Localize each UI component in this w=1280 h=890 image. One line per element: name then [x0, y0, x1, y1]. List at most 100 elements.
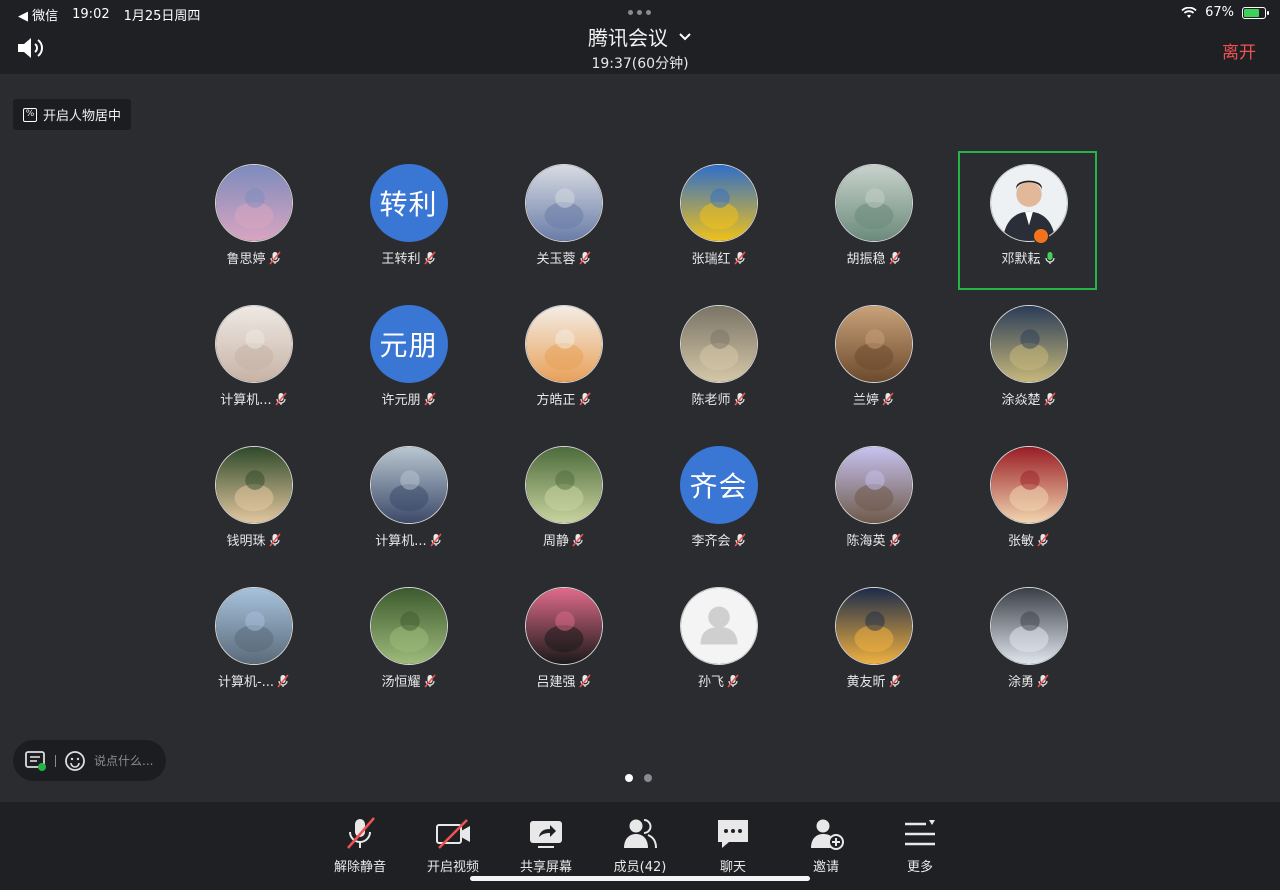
mic-muted-icon: [423, 392, 436, 405]
person-center-label: 开启人物居中: [43, 109, 122, 124]
participant-avatar[interactable]: [834, 587, 913, 665]
participant-name: 方皓正: [536, 393, 576, 408]
chat-placeholder: 说点什么...: [94, 754, 154, 768]
participant-tile[interactable]: 涂焱楚: [951, 291, 1106, 432]
participant-avatar[interactable]: [679, 587, 758, 665]
participant-name: 陈老师: [691, 393, 731, 408]
participant-tile[interactable]: 计算机...: [331, 432, 486, 573]
participant-avatar[interactable]: [679, 305, 758, 383]
participant-name: 孙飞: [697, 675, 724, 690]
participant-tile[interactable]: 汤恒耀: [331, 573, 486, 714]
page-dot-2[interactable]: [644, 774, 652, 782]
participant-name-row: 张敏: [1008, 530, 1049, 549]
multitask-dots-icon[interactable]: [628, 10, 651, 15]
mic-muted-icon: [733, 392, 746, 405]
chat-bubble-icon[interactable]: [25, 750, 47, 771]
unmute-button[interactable]: 解除静音: [320, 816, 400, 875]
participant-avatar[interactable]: [369, 587, 448, 665]
participant-name: 张敏: [1007, 534, 1034, 549]
members-button[interactable]: 成员(42): [600, 816, 680, 875]
mic-muted-icon: [888, 533, 901, 546]
wifi-icon: [1181, 6, 1197, 18]
participant-avatar[interactable]: 元朋: [369, 305, 448, 383]
mic-active-icon: [1044, 251, 1055, 264]
participant-tile[interactable]: 兰婷: [796, 291, 951, 432]
participant-tile[interactable]: 转利王转利: [331, 150, 486, 291]
participant-tile[interactable]: 计算机...: [176, 291, 331, 432]
leave-button[interactable]: 离开: [1222, 38, 1256, 63]
participant-tile[interactable]: 张敏: [951, 432, 1106, 573]
participant-tile[interactable]: 胡振稳: [796, 150, 951, 291]
participant-name-row: 孙飞: [698, 671, 739, 690]
participant-avatar[interactable]: [989, 446, 1068, 524]
participant-grid: 鲁思婷 转利 王转利 关玉蓉 张瑞红 胡振稳 邓默耘 计算机... 元朋 许元朋 方皓正 陈老师 兰婷涂…: [176, 150, 1105, 714]
participant-avatar[interactable]: [214, 446, 293, 524]
invite-user-icon: [811, 819, 844, 850]
participant-name-row: 钱明珠: [226, 530, 281, 549]
participant-name: 关玉蓉: [536, 252, 576, 267]
mic-muted-icon: [727, 674, 739, 687]
participant-avatar[interactable]: 齐会: [679, 446, 758, 524]
share-screen-icon: [530, 821, 562, 848]
chat-input-pill[interactable]: 说点什么...: [13, 740, 166, 781]
participant-tile[interactable]: 鲁思婷: [176, 150, 331, 291]
person-center-toggle-button[interactable]: % 开启人物居中: [13, 99, 132, 130]
participant-tile[interactable]: 周静: [486, 432, 641, 573]
chat-button[interactable]: 聊天: [693, 816, 773, 875]
more-button[interactable]: 更多: [880, 816, 960, 875]
participant-avatar[interactable]: [214, 587, 293, 665]
participant-tile[interactable]: 钱明珠: [176, 432, 331, 573]
participant-tile[interactable]: 陈海英: [796, 432, 951, 573]
participant-name: 黄友昕: [846, 675, 886, 690]
participant-name: 李齐会: [691, 534, 731, 549]
page-dot-1[interactable]: [625, 774, 633, 782]
participant-avatar[interactable]: [524, 305, 603, 383]
participant-name-row: 汤恒耀: [381, 671, 436, 690]
participant-tile[interactable]: 邓默耘: [951, 150, 1106, 291]
participant-avatar[interactable]: [524, 587, 603, 665]
participant-avatar[interactable]: [214, 305, 293, 383]
participant-name: 许元朋: [381, 393, 421, 408]
page-indicator[interactable]: [625, 774, 652, 782]
start-video-button[interactable]: 开启视频: [413, 816, 493, 875]
participant-tile[interactable]: 张瑞红: [641, 150, 796, 291]
invite-button[interactable]: 邀请: [786, 816, 866, 875]
participant-tile[interactable]: 方皓正: [486, 291, 641, 432]
participant-avatar[interactable]: 转利: [369, 164, 448, 242]
participant-name-row: 吕建强: [536, 671, 591, 690]
participant-name: 计算机...: [375, 534, 427, 549]
mic-muted-icon: [268, 533, 281, 546]
participant-avatar[interactable]: [989, 587, 1068, 665]
status-time: 19:02: [72, 7, 110, 22]
camera-off-icon: [436, 819, 470, 849]
participant-avatar[interactable]: [524, 446, 603, 524]
participant-avatar[interactable]: [834, 164, 913, 242]
share-screen-button[interactable]: 共享屏幕: [506, 816, 586, 875]
mic-muted-icon: [423, 251, 436, 264]
participant-avatar[interactable]: [214, 164, 293, 242]
participant-avatar[interactable]: [524, 164, 603, 242]
participant-avatar[interactable]: [679, 164, 758, 242]
participant-avatar[interactable]: [834, 305, 913, 383]
participant-tile[interactable]: 涂勇: [951, 573, 1106, 714]
participant-tile[interactable]: 黄友昕: [796, 573, 951, 714]
participant-name-row: 许元朋: [381, 389, 436, 408]
emoji-icon[interactable]: [64, 750, 86, 772]
participant-avatar[interactable]: [989, 164, 1068, 242]
participant-tile[interactable]: 齐会李齐会: [641, 432, 796, 573]
participant-avatar[interactable]: [834, 446, 913, 524]
participant-tile[interactable]: 元朋许元朋: [331, 291, 486, 432]
participant-tile[interactable]: 计算机-...: [176, 573, 331, 714]
participant-tile[interactable]: 陈老师: [641, 291, 796, 432]
participant-avatar[interactable]: [989, 305, 1068, 383]
participant-tile[interactable]: 关玉蓉: [486, 150, 641, 291]
participant-name-row: 陈老师: [691, 389, 746, 408]
top-bar: ◀ 微信 19:02 1月25日周四 67% 腾讯会议 19:37(60分钟) …: [0, 0, 1280, 74]
participant-name: 王转利: [381, 252, 421, 267]
participant-avatar[interactable]: [369, 446, 448, 524]
home-indicator[interactable]: [470, 876, 810, 881]
participant-tile[interactable]: 吕建强: [486, 573, 641, 714]
participant-name-row: 关玉蓉: [536, 248, 591, 267]
meeting-title[interactable]: 腾讯会议: [588, 22, 692, 51]
participant-tile[interactable]: 孙飞: [641, 573, 796, 714]
